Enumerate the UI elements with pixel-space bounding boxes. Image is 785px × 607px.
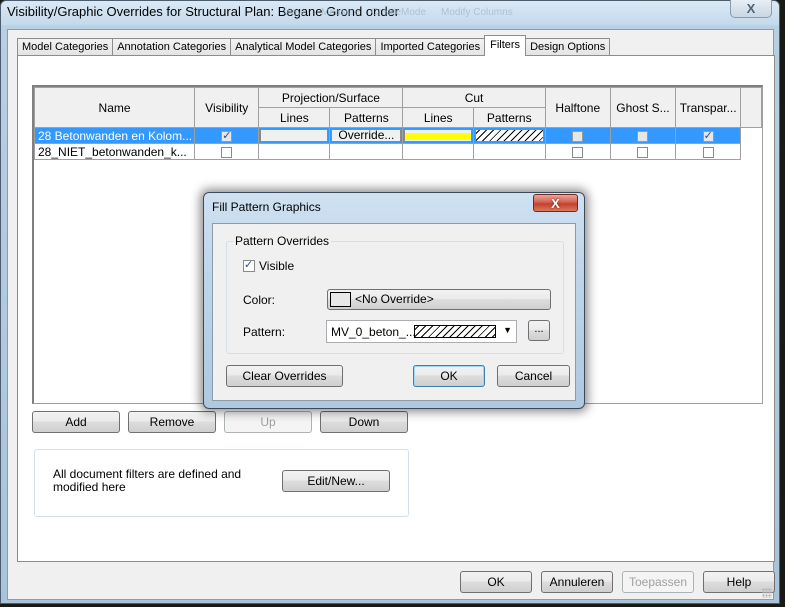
filters-table: Name Visibility Projection/Surface Cut H…	[33, 87, 762, 160]
projection-lines-cell[interactable]	[258, 127, 331, 144]
tab-design-options[interactable]: Design Options	[525, 38, 611, 56]
visible-label[interactable]: Visible	[259, 259, 294, 273]
filters-info-group: All document filters are defined and mod…	[34, 449, 409, 517]
cut-line-color-swatch	[405, 133, 471, 140]
projection-patterns-cell[interactable]: Override...	[329, 127, 404, 144]
column-header-cut-patterns[interactable]: Patterns	[472, 107, 546, 128]
ribbon-ghost-label: Create	[371, 7, 402, 18]
table-row[interactable]: 28_NIET_betonwanden_k...	[33, 143, 762, 160]
color-value: <No Override>	[355, 292, 434, 306]
cut-patterns-cell[interactable]	[472, 143, 546, 160]
ghost-surfaces-cell[interactable]	[609, 143, 676, 160]
tab-strip: Model Categories Annotation Categories A…	[17, 35, 611, 56]
pattern-label: Pattern:	[243, 325, 286, 339]
remove-button[interactable]: Remove	[128, 411, 216, 433]
color-label: Color:	[243, 293, 276, 307]
modal-close-button[interactable]: X	[533, 194, 578, 212]
transparent-cell[interactable]	[674, 143, 742, 160]
transparent-checkbox[interactable]	[702, 129, 714, 142]
fill-pattern-graphics-dialog: Fill Pattern Graphics X Pattern Override…	[203, 192, 585, 409]
column-header-ghost-surfaces[interactable]: Ghost S...	[609, 87, 676, 128]
transparent-checkbox[interactable]	[702, 146, 714, 158]
modal-title: Fill Pattern Graphics	[212, 200, 321, 214]
pattern-dropdown[interactable]: MV_0_beton_... ▼	[326, 320, 517, 343]
column-header-cut: Cut	[402, 87, 546, 108]
ghost-surfaces-cell[interactable]	[609, 127, 676, 144]
column-header-transparent[interactable]: Transpar...	[674, 87, 742, 128]
filter-name-cell[interactable]: 28 Betonwanden en Kolom...	[33, 127, 196, 144]
ribbon-ghost-label: Mode	[401, 7, 427, 18]
chevron-down-icon[interactable]: ▼	[503, 325, 512, 335]
close-icon: X	[551, 196, 560, 211]
pattern-overrides-legend: Pattern Overrides	[233, 234, 332, 248]
column-header-cut-lines[interactable]: Lines	[402, 107, 474, 128]
down-button[interactable]: Down	[320, 411, 408, 433]
modal-client-area: Pattern Overrides Visible Color: <No Ove…	[212, 223, 576, 401]
row-filler	[740, 127, 762, 144]
ribbon-ghost-label: Modify Columns	[441, 7, 513, 18]
ghost-surfaces-checkbox[interactable]	[637, 146, 649, 158]
visible-checkbox[interactable]	[243, 258, 255, 272]
add-button[interactable]: Add	[32, 411, 120, 433]
ghost-surfaces-checkbox[interactable]	[637, 130, 649, 142]
color-override-button[interactable]: <No Override>	[327, 289, 551, 310]
projection-lines-cell[interactable]	[258, 143, 331, 160]
clear-overrides-button[interactable]: Clear Overrides	[226, 365, 343, 387]
halftone-checkbox[interactable]	[572, 130, 584, 142]
column-header-filler	[740, 87, 762, 128]
window-close-button[interactable]: X	[730, 0, 772, 18]
column-header-halftone[interactable]: Halftone	[544, 87, 611, 128]
halftone-cell[interactable]	[544, 143, 611, 160]
projection-lines-override-button[interactable]	[260, 129, 329, 142]
row-filler	[741, 144, 762, 160]
tab-imported-categories[interactable]: Imported Categories	[375, 38, 486, 56]
visibility-checkbox[interactable]	[221, 129, 233, 142]
modal-ok-button[interactable]: OK	[413, 365, 485, 387]
cut-patterns-override-button[interactable]	[474, 129, 544, 142]
cut-lines-cell[interactable]	[402, 143, 474, 160]
pattern-browse-button[interactable]: ...	[528, 320, 550, 341]
visibility-checkbox[interactable]	[221, 146, 233, 158]
tab-filters[interactable]: Filters	[484, 35, 527, 56]
tab-analytical-model-categories[interactable]: Analytical Model Categories	[230, 38, 377, 56]
modal-cancel-button[interactable]: Cancel	[497, 365, 570, 387]
cut-patterns-cell[interactable]	[472, 127, 546, 144]
pattern-preview	[414, 325, 496, 338]
cut-lines-override-button[interactable]	[404, 129, 472, 142]
filters-info-text-line2: modified here	[53, 480, 126, 494]
resize-grip[interactable]	[762, 588, 772, 598]
title-bar[interactable]: Visibility/Graphic Overrides for Structu…	[1, 0, 779, 25]
ribbon-ghost-label: View	[283, 7, 305, 18]
cut-lines-cell[interactable]	[402, 127, 474, 144]
column-header-projection-patterns[interactable]: Patterns	[329, 107, 404, 128]
tab-annotation-categories[interactable]: Annotation Categories	[112, 38, 232, 56]
transparent-cell[interactable]	[674, 127, 742, 144]
column-header-projection-surface: Projection/Surface	[258, 87, 404, 108]
ok-button[interactable]: OK	[460, 571, 532, 593]
projection-patterns-override-button[interactable]: Override...	[331, 129, 402, 142]
up-button[interactable]: Up	[224, 411, 312, 433]
column-header-visibility[interactable]: Visibility	[194, 87, 260, 128]
apply-button[interactable]: Toepassen	[622, 571, 694, 593]
table-row[interactable]: 28 Betonwanden en Kolom... Override...	[33, 127, 762, 144]
close-icon: X	[746, 1, 756, 16]
ribbon-ghost-label: Measure	[321, 7, 360, 18]
visibility-cell[interactable]	[194, 143, 260, 160]
pattern-value: MV_0_beton_...	[331, 325, 416, 339]
halftone-cell[interactable]	[544, 127, 611, 144]
halftone-checkbox[interactable]	[572, 146, 584, 158]
column-header-name[interactable]: Name	[33, 87, 196, 128]
filter-name-cell[interactable]: 28_NIET_betonwanden_k...	[33, 143, 196, 160]
projection-patterns-cell[interactable]	[329, 143, 404, 160]
cancel-button[interactable]: Annuleren	[541, 571, 613, 593]
column-header-projection-lines[interactable]: Lines	[258, 107, 331, 128]
visibility-cell[interactable]	[194, 127, 260, 144]
color-swatch	[330, 292, 351, 307]
pattern-overrides-group: Pattern Overrides Visible Color: <No Ove…	[226, 234, 564, 354]
edit-new-button[interactable]: Edit/New...	[282, 470, 390, 492]
tab-model-categories[interactable]: Model Categories	[17, 38, 114, 56]
